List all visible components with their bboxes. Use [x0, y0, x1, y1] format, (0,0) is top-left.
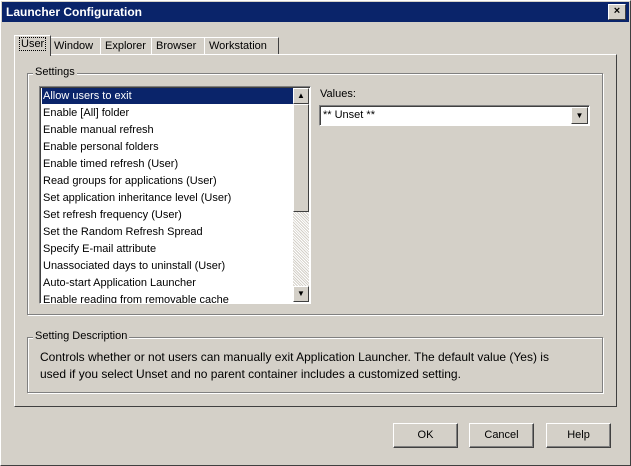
- list-item[interactable]: Set refresh frequency (User): [42, 207, 293, 223]
- list-item[interactable]: Set the Random Refresh Spread: [42, 224, 293, 240]
- window-title: Launcher Configuration: [6, 5, 142, 19]
- list-item[interactable]: Enable [All] folder: [42, 105, 293, 121]
- tab-user[interactable]: User: [14, 35, 51, 56]
- description-line: Controls whether or not users can manual…: [40, 350, 549, 364]
- settings-group-label: Settings: [33, 66, 77, 78]
- help-button[interactable]: Help: [546, 423, 611, 448]
- tab-explorer[interactable]: Explorer: [100, 37, 156, 55]
- list-item[interactable]: Specify E-mail attribute: [42, 241, 293, 257]
- scroll-thumb[interactable]: [293, 104, 309, 212]
- setting-description-text: Controls whether or not users can manual…: [40, 349, 549, 383]
- chevron-down-icon[interactable]: ▼: [571, 107, 588, 124]
- list-item[interactable]: Enable personal folders: [42, 139, 293, 155]
- values-selected: ** Unset **: [323, 109, 375, 121]
- description-line: used if you select Unset and no parent c…: [40, 367, 461, 381]
- setting-description-label: Setting Description: [33, 330, 130, 342]
- ok-button[interactable]: OK: [393, 423, 458, 448]
- list-item[interactable]: Enable timed refresh (User): [42, 156, 293, 172]
- list-item[interactable]: Enable manual refresh: [42, 122, 293, 138]
- scroll-down-icon[interactable]: ▼: [293, 286, 309, 302]
- values-label: Values:: [320, 88, 356, 100]
- list-item[interactable]: Auto-start Application Launcher: [42, 275, 293, 291]
- tab-browser[interactable]: Browser: [151, 37, 208, 55]
- scroll-up-icon[interactable]: ▲: [293, 88, 309, 104]
- title-bar[interactable]: Launcher Configuration ×: [2, 2, 629, 22]
- cancel-button[interactable]: Cancel: [469, 423, 534, 448]
- list-item[interactable]: Unassociated days to uninstall (User): [42, 258, 293, 274]
- values-dropdown[interactable]: ** Unset ** ▼: [319, 105, 590, 126]
- settings-list-scrollbar[interactable]: ▲ ▼: [293, 88, 309, 302]
- list-item[interactable]: Enable reading from removable cache: [42, 292, 293, 303]
- tab-window[interactable]: Window: [49, 37, 101, 55]
- tab-workstation[interactable]: Workstation: [204, 37, 279, 55]
- list-item[interactable]: Read groups for applications (User): [42, 173, 293, 189]
- close-icon[interactable]: ×: [608, 4, 626, 20]
- settings-list[interactable]: Allow users to exit Enable [All] folder …: [39, 86, 311, 304]
- list-item[interactable]: Allow users to exit: [42, 88, 293, 104]
- list-item[interactable]: Set application inheritance level (User): [42, 190, 293, 206]
